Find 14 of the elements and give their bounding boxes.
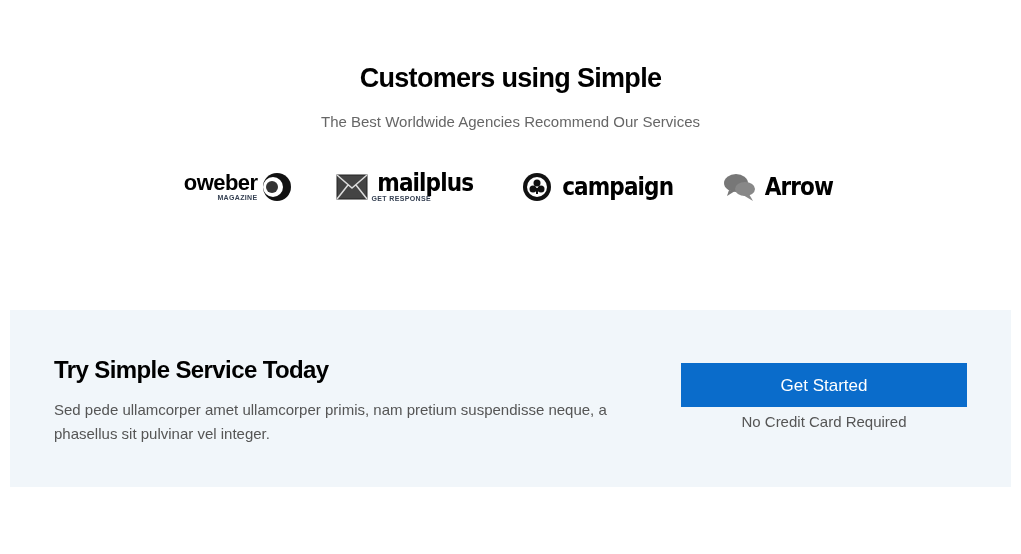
logo-name: campaign <box>562 174 674 199</box>
button-note: No Credit Card Required <box>741 412 907 433</box>
get-started-button[interactable]: Get Started <box>681 363 967 408</box>
logo-name: mailplus <box>376 171 473 195</box>
club-icon <box>522 171 552 202</box>
section-subtitle: The Best Worldwide Agencies Recommend Our Services <box>320 111 701 132</box>
speech-bubbles-icon <box>723 171 758 202</box>
logo-name: oweber <box>183 172 258 194</box>
cta-text: Sed pede ullamcorper amet ullamcorper primis, nam pretium suspendisse neque, a phasellus sit pulvinar vel integer. <box>54 399 608 444</box>
cta-title: Try Simple Service Today <box>54 354 330 385</box>
logo-name: Arrow <box>765 174 834 199</box>
envelope-icon <box>335 173 368 200</box>
gear-moon-icon <box>261 171 292 202</box>
section-title: Customers using Simple <box>359 62 662 95</box>
